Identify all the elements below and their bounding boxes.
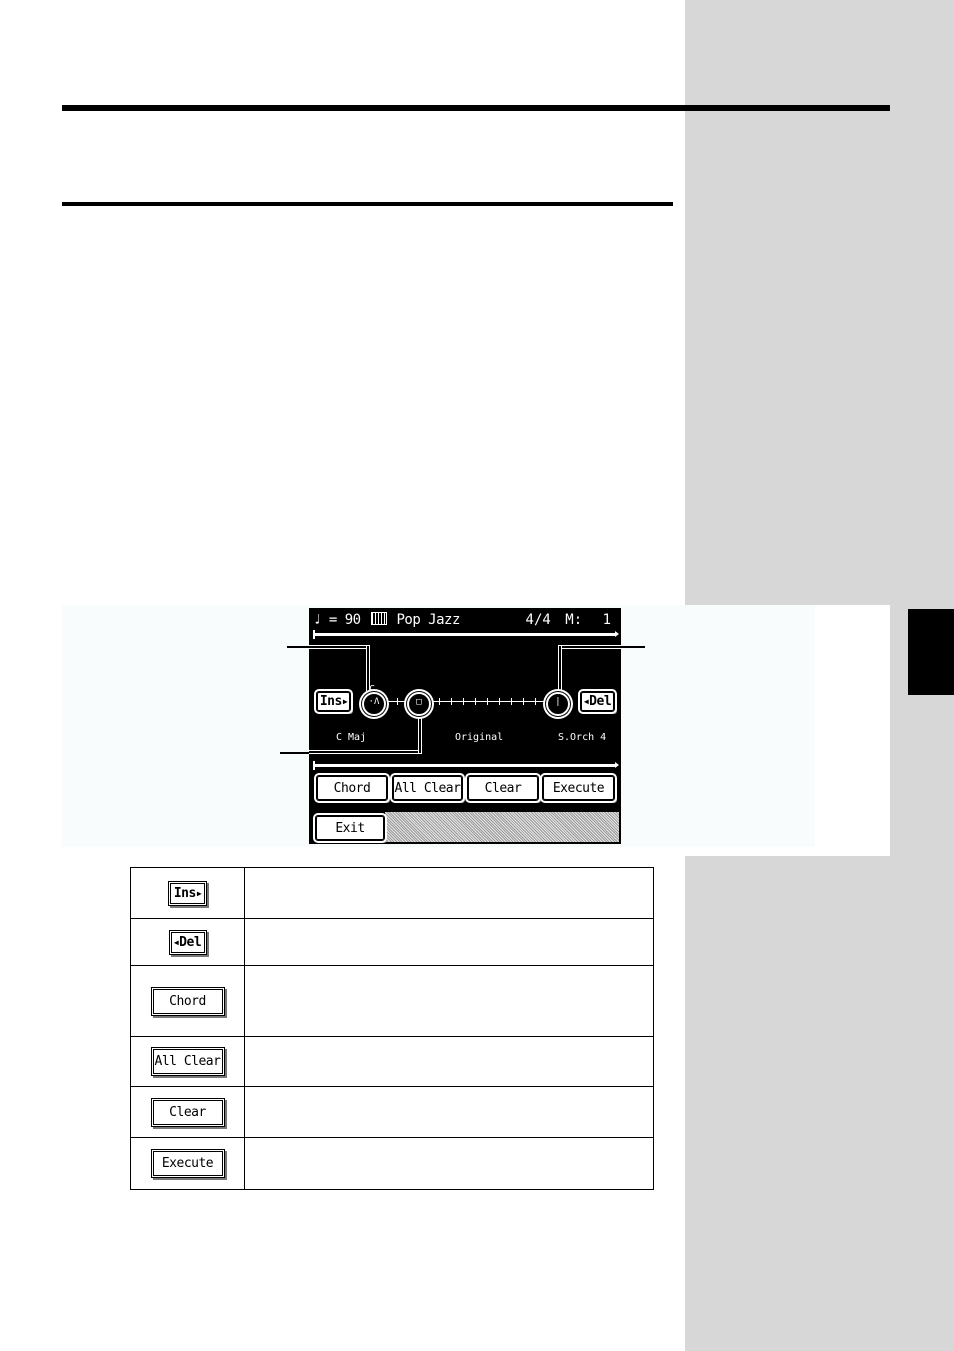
all-clear-description	[244, 1036, 654, 1087]
top-progress-bar	[313, 630, 619, 639]
ins-icon-button: Ins ▶	[168, 880, 207, 906]
play-left-icon: ◀	[583, 697, 589, 706]
exit-button[interactable]: Exit	[313, 813, 387, 843]
callout-line-marker	[280, 752, 309, 754]
callout-inner-end-v	[559, 646, 561, 691]
table-row: ◀ Del	[130, 918, 654, 966]
measure-label: M:	[565, 612, 583, 628]
exit-button-label: Exit	[335, 820, 365, 836]
execute-description	[244, 1137, 654, 1190]
original-label: Original	[455, 732, 504, 743]
del-button[interactable]: ◀ Del	[578, 689, 617, 714]
table-row: All Clear	[130, 1036, 654, 1087]
clear-button[interactable]: Clear	[465, 773, 541, 803]
tempo-value: = 90	[328, 612, 361, 628]
disabled-area	[385, 812, 619, 842]
execute-icon-label: Execute	[161, 1156, 214, 1171]
current-position-marker[interactable]: □	[407, 692, 431, 716]
callout-inner-chord	[309, 646, 368, 648]
section-rule-top	[62, 105, 890, 111]
execute-button-label: Execute	[552, 780, 605, 796]
rhythm-book-icon	[370, 612, 387, 625]
ins-button[interactable]: Ins ▶	[314, 689, 353, 714]
execute-icon-button: Execute	[150, 1149, 225, 1178]
time-signature: 4/4	[525, 612, 551, 628]
del-label: Del	[589, 694, 612, 709]
timeline-track	[369, 698, 564, 705]
section-rule-sub	[62, 202, 673, 206]
table-row: Chord	[130, 965, 654, 1037]
del-description	[244, 918, 654, 966]
chord-icon-button: Chord	[150, 986, 225, 1016]
style-name: Pop Jazz	[396, 612, 460, 628]
end-bar-icon: ∣	[555, 697, 561, 707]
play-left-icon: ◀	[173, 937, 179, 947]
play-right-icon: ▶	[342, 697, 348, 706]
chord-symbol-icon: ⋅Λ	[368, 697, 380, 707]
lcd-header-right: 4/4 M: 1	[526, 612, 611, 628]
callout-line-end	[621, 646, 645, 648]
lcd-screen: ♩ = 90 Pop Jazz 4/4 M: 1 Ins ▶ ◀ Del C ⋅Λ …	[309, 608, 621, 844]
chord-button[interactable]: Chord	[314, 773, 390, 803]
chord-marker[interactable]: ⋅Λ	[362, 692, 386, 716]
chord-icon-label: Chord	[169, 993, 206, 1009]
chapter-tab	[908, 609, 954, 695]
table-row: Execute	[130, 1137, 654, 1190]
lcd-header-left: ♩ = 90 Pop Jazz	[313, 612, 460, 628]
all-clear-icon-label: All Clear	[154, 1054, 221, 1069]
play-right-icon: ▶	[196, 888, 202, 898]
all-clear-button[interactable]: All Clear	[390, 773, 465, 803]
clear-button-label: Clear	[484, 780, 522, 796]
quarter-note-icon: ♩	[313, 612, 321, 628]
all-clear-button-label: All Clear	[394, 780, 461, 796]
all-clear-icon-button: All Clear	[150, 1047, 225, 1076]
button-reference-table: Ins ▶ ◀ Del Chord All Clear Clear Execute	[130, 867, 654, 1190]
del-icon-label: Del	[179, 934, 202, 950]
table-row: Ins ▶	[130, 867, 654, 919]
clear-icon-button: Clear	[150, 1097, 225, 1127]
end-marker[interactable]: ∣	[546, 692, 570, 716]
callout-inner-end	[560, 646, 621, 648]
tone-label: S.Orch 4	[558, 732, 607, 743]
ins-icon-label: Ins	[173, 885, 196, 901]
bottom-progress-bar	[313, 761, 619, 770]
ins-label: Ins	[319, 694, 342, 709]
callout-line-chord	[287, 646, 309, 648]
square-marker-icon: □	[416, 697, 422, 707]
clear-icon-label: Clear	[169, 1104, 206, 1120]
chord-description	[244, 965, 654, 1037]
callout-inner-marker	[309, 751, 420, 753]
chord-button-label: Chord	[333, 780, 371, 796]
callout-inner-marker-v	[419, 712, 421, 753]
chord-name-label: C Maj	[336, 732, 367, 743]
del-icon-button: ◀ Del	[168, 929, 207, 955]
ins-description	[244, 867, 654, 919]
measure-value: 1	[602, 612, 611, 628]
execute-button[interactable]: Execute	[540, 773, 617, 803]
clear-description	[244, 1086, 654, 1138]
table-row: Clear	[130, 1086, 654, 1138]
